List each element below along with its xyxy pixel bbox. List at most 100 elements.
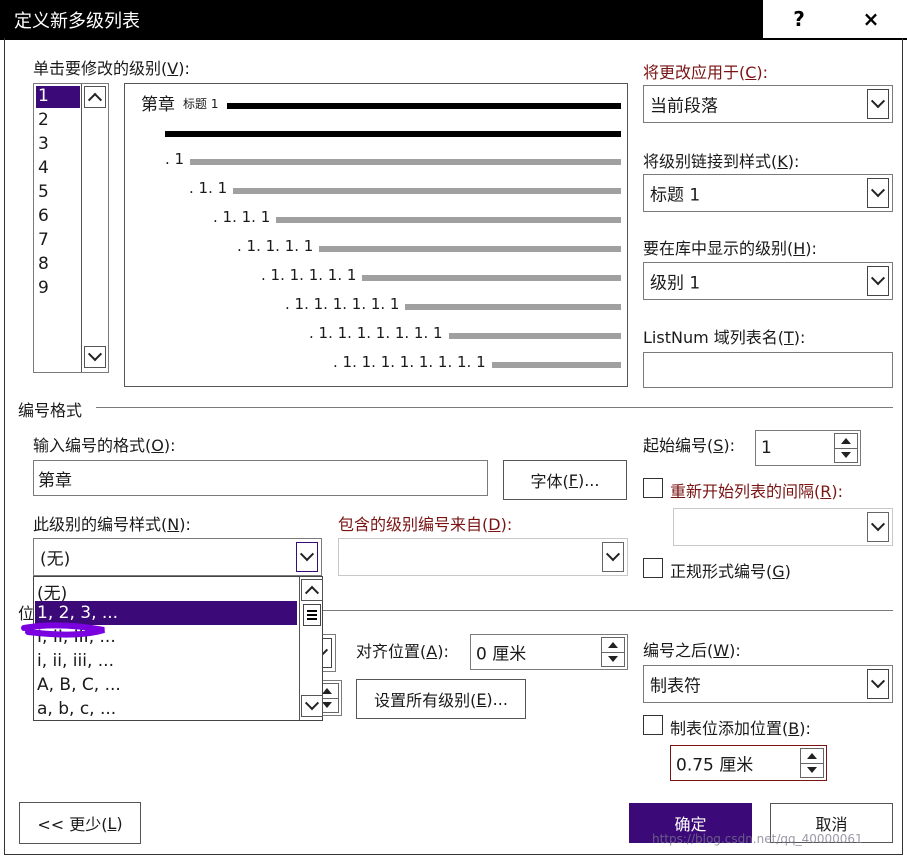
spin-down-button[interactable] xyxy=(601,652,625,667)
preview-line xyxy=(233,188,621,194)
help-button[interactable]: ? xyxy=(763,0,835,38)
help-icon: ? xyxy=(793,7,805,31)
level-item[interactable]: 7 xyxy=(38,230,49,250)
dropdown-arrow[interactable] xyxy=(867,669,889,699)
listnum-input[interactable] xyxy=(643,352,893,388)
level-list[interactable]: 1 2 3 4 5 6 7 8 9 xyxy=(33,83,109,373)
preview-line xyxy=(492,362,621,368)
annotation-scribble xyxy=(21,622,105,638)
less-button[interactable]: << 更少(L) xyxy=(19,802,141,844)
level-preview: 第章 标题 1 . 1. 1. 1. 1. 1. 1. 1. 1. 1. 1. … xyxy=(124,83,628,387)
spin-up-button[interactable] xyxy=(834,433,858,449)
scroll-thumb[interactable] xyxy=(303,604,321,626)
triangle-down-icon xyxy=(807,767,817,774)
restart-level-select[interactable] xyxy=(673,508,893,546)
triangle-down-icon xyxy=(608,656,618,663)
preview-number: . 1. 1. 1 xyxy=(213,208,271,226)
dropdown-arrow[interactable] xyxy=(867,266,889,296)
preview-number: . 1 xyxy=(165,150,185,168)
level-item[interactable]: 3 xyxy=(38,134,49,154)
link-style-select[interactable]: 标题 1 xyxy=(643,174,893,212)
align-at-value: 0 厘米 xyxy=(476,644,527,665)
triangle-down-icon xyxy=(322,702,332,709)
spin-down-button[interactable] xyxy=(834,448,858,463)
link-style-value: 标题 1 xyxy=(650,185,701,206)
preview-line xyxy=(405,304,621,310)
close-button[interactable]: × xyxy=(835,0,907,38)
number-style-dropdown-list[interactable]: (无) 1, 2, 3, ... I, II, III, ... i, ii, iii… xyxy=(33,576,323,721)
scroll-down-button[interactable] xyxy=(301,695,323,717)
preview-number: . 1. 1 xyxy=(189,179,228,197)
dropdown-option[interactable]: (无) xyxy=(37,579,67,604)
include-level-select[interactable] xyxy=(338,538,628,576)
dropdown-arrow[interactable] xyxy=(602,542,624,572)
dropdown-arrow[interactable] xyxy=(867,512,889,542)
level-list-scrollbar[interactable] xyxy=(81,84,108,372)
chevron-down-icon xyxy=(87,347,103,362)
gallery-level-select[interactable]: 级别 1 xyxy=(643,262,893,300)
apply-to-value: 当前段落 xyxy=(650,96,718,117)
preview-first-style: 标题 1 xyxy=(183,97,219,111)
dropdown-scrollbar[interactable] xyxy=(299,577,323,720)
level-item[interactable]: 5 xyxy=(38,182,49,202)
chevron-down-icon xyxy=(870,674,886,689)
spin-down-button[interactable] xyxy=(800,763,824,778)
preview-number: . 1. 1. 1. 1. 1. 1 xyxy=(285,295,400,313)
restart-checkbox[interactable] xyxy=(643,478,663,498)
start-at-spinner[interactable]: 1 xyxy=(755,430,861,466)
spin-up-button[interactable] xyxy=(800,748,824,764)
level-item[interactable]: 1 xyxy=(38,86,49,106)
tab-stop-spinner[interactable]: 0.75 厘米 xyxy=(670,745,827,781)
follow-number-label: 编号之后(W): xyxy=(643,641,741,660)
legal-numbering-checkbox[interactable] xyxy=(643,558,663,578)
level-item[interactable]: 9 xyxy=(38,278,49,298)
set-all-levels-button[interactable]: 设置所有级别(E)... xyxy=(356,679,526,719)
apply-to-select[interactable]: 当前段落 xyxy=(643,85,893,123)
legal-numbering-label: 正规形式编号(G) xyxy=(670,562,791,581)
grip-icon xyxy=(307,610,317,612)
dropdown-arrow[interactable] xyxy=(296,542,318,572)
follow-number-select[interactable]: 制表符 xyxy=(643,665,893,703)
level-item[interactable]: 8 xyxy=(38,254,49,274)
start-at-value: 1 xyxy=(761,438,772,458)
dropdown-arrow[interactable] xyxy=(867,178,889,208)
scroll-up-button[interactable] xyxy=(301,579,323,601)
spin-up-button[interactable] xyxy=(601,637,625,653)
level-item[interactable]: 4 xyxy=(38,158,49,178)
number-style-select[interactable]: (无) xyxy=(33,538,322,576)
scroll-up-button[interactable] xyxy=(84,86,106,108)
preview-line xyxy=(190,159,621,165)
preview-line xyxy=(276,217,621,223)
dropdown-option[interactable]: i, ii, iii, ... xyxy=(37,651,114,671)
start-at-label: 起始编号(S): xyxy=(643,436,736,455)
watermark-text: https://blog.csdn.net/qq_40000061 xyxy=(652,832,863,846)
preview-first-text: 第章 xyxy=(141,95,175,115)
annotation-stroke xyxy=(21,622,105,638)
number-style-label: 此级别的编号样式(N): xyxy=(33,515,191,534)
number-style-value: (无) xyxy=(40,549,71,570)
close-icon: × xyxy=(862,7,880,31)
dropdown-arrow[interactable] xyxy=(867,89,889,119)
number-format-section-title: 编号格式 xyxy=(18,401,83,420)
tab-stop-value: 0.75 厘米 xyxy=(676,755,754,776)
chevron-down-icon xyxy=(870,271,886,286)
align-at-spinner[interactable]: 0 厘米 xyxy=(470,634,628,670)
follow-number-value: 制表符 xyxy=(650,676,701,697)
scroll-down-button[interactable] xyxy=(84,346,106,368)
preview-number: . 1. 1. 1. 1. 1. 1. 1. 1 xyxy=(333,353,486,371)
preview-line-level-1-cont xyxy=(165,131,621,137)
dropdown-option[interactable]: a, b, c, ... xyxy=(37,699,116,719)
tab-stop-checkbox[interactable] xyxy=(643,715,663,735)
restart-label: 重新开始列表的间隔(R): xyxy=(670,482,844,501)
format-input-value: 第章 xyxy=(38,471,72,491)
format-input[interactable]: 第章 xyxy=(33,460,488,496)
include-level-label: 包含的级别编号来自(D): xyxy=(338,515,513,534)
tab-stop-label: 制表位添加位置(B): xyxy=(670,719,811,738)
level-item[interactable]: 2 xyxy=(38,110,49,130)
dropdown-option[interactable]: A, B, C, ... xyxy=(37,675,121,695)
title-bar: 定义新多级列表 ? × xyxy=(0,0,907,40)
chevron-up-icon xyxy=(304,585,320,600)
font-button[interactable]: 字体(F)... xyxy=(503,460,627,500)
level-item[interactable]: 6 xyxy=(38,206,49,226)
link-style-label: 将级别链接到样式(K): xyxy=(643,152,800,171)
